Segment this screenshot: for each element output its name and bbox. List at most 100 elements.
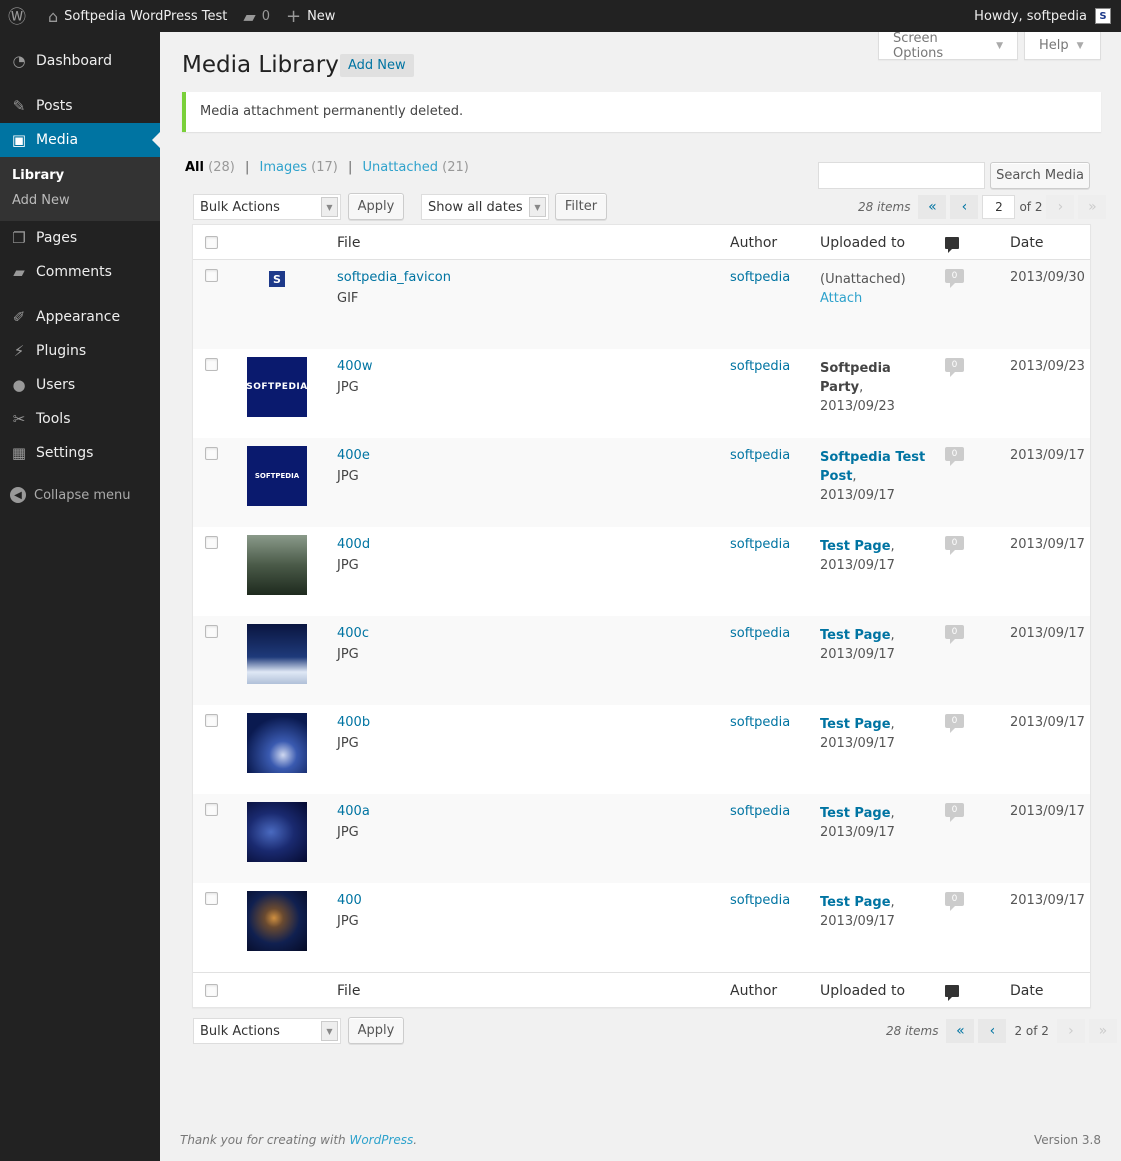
menu-settings[interactable]: ▦ Settings bbox=[0, 436, 160, 470]
table-row: 400c JPG softpedia Test Page, 2013/09/17 … bbox=[193, 616, 1090, 705]
select-all-checkbox[interactable] bbox=[205, 236, 218, 249]
row-checkbox[interactable] bbox=[205, 269, 218, 282]
comment-count-badge[interactable]: 0 bbox=[945, 892, 964, 911]
comment-icon: ▰ bbox=[243, 6, 256, 26]
file-name-link[interactable]: 400w bbox=[337, 359, 372, 374]
column-date[interactable]: Date bbox=[1010, 973, 1043, 1008]
comments-link[interactable]: ▰ 0 bbox=[235, 0, 278, 32]
current-page-input[interactable]: 2 bbox=[982, 195, 1016, 219]
prev-page-button[interactable]: ‹ bbox=[950, 195, 979, 219]
first-page-button[interactable]: « bbox=[946, 1019, 975, 1043]
next-page-button: › bbox=[1056, 1019, 1085, 1043]
author-link[interactable]: softpedia bbox=[730, 804, 790, 819]
author-link[interactable]: softpedia bbox=[730, 448, 790, 463]
my-account[interactable]: Howdy, softpedia S bbox=[974, 8, 1121, 24]
comment-count-badge[interactable]: 0 bbox=[945, 269, 964, 288]
row-checkbox[interactable] bbox=[205, 625, 218, 638]
file-name-link[interactable]: softpedia_favicon bbox=[337, 270, 451, 285]
filter-unattached[interactable]: Unattached bbox=[362, 160, 438, 175]
screen-options-button[interactable]: Screen Options ▼ bbox=[878, 31, 1018, 61]
thumbnail[interactable] bbox=[247, 891, 307, 951]
submenu-add-new[interactable]: Add New bbox=[0, 188, 160, 213]
file-name-link[interactable]: 400e bbox=[337, 448, 370, 463]
author-link[interactable]: softpedia bbox=[730, 270, 790, 285]
thumbnail[interactable] bbox=[247, 535, 307, 595]
thumbnail[interactable]: S bbox=[247, 268, 307, 328]
uploaded-to: Test Page, 2013/09/17 bbox=[820, 895, 895, 929]
submenu-library[interactable]: Library bbox=[0, 163, 160, 188]
uploaded-to-link[interactable]: Test Page bbox=[820, 628, 891, 643]
comment-count-badge[interactable]: 0 bbox=[945, 447, 964, 466]
row-checkbox[interactable] bbox=[205, 892, 218, 905]
uploaded-to-link[interactable]: Softpedia Test Post bbox=[820, 450, 925, 484]
thumbnail[interactable]: SOFTPEDIA bbox=[247, 446, 307, 506]
menu-media[interactable]: ▣ Media bbox=[0, 123, 160, 157]
row-checkbox[interactable] bbox=[205, 803, 218, 816]
author-link[interactable]: softpedia bbox=[730, 537, 790, 552]
author-link[interactable]: softpedia bbox=[730, 626, 790, 641]
bulk-actions-select[interactable]: Bulk Actions ▼ bbox=[193, 194, 341, 220]
search-media-button[interactable]: Search Media bbox=[990, 162, 1090, 189]
author-link[interactable]: softpedia bbox=[730, 715, 790, 730]
collapse-menu-button[interactable]: ◀ Collapse menu bbox=[0, 478, 160, 512]
comment-count-badge[interactable]: 0 bbox=[945, 536, 964, 555]
row-checkbox[interactable] bbox=[205, 714, 218, 727]
comment-icon[interactable] bbox=[945, 984, 959, 1001]
filter-images[interactable]: Images bbox=[259, 160, 307, 175]
uploaded-to-link[interactable]: Test Page bbox=[820, 539, 891, 554]
add-new-button[interactable]: Add New bbox=[340, 54, 414, 77]
menu-plugins[interactable]: ⚡ Plugins bbox=[0, 334, 160, 368]
attach-link[interactable]: Attach bbox=[820, 291, 862, 306]
filter-button[interactable]: Filter bbox=[555, 193, 607, 220]
file-name-link[interactable]: 400a bbox=[337, 804, 370, 819]
file-name-link[interactable]: 400c bbox=[337, 626, 369, 641]
file-name-link[interactable]: 400 bbox=[337, 893, 362, 908]
row-checkbox[interactable] bbox=[205, 358, 218, 371]
apply-button-bottom[interactable]: Apply bbox=[348, 1017, 404, 1044]
thumbnail[interactable] bbox=[247, 624, 307, 684]
row-checkbox[interactable] bbox=[205, 536, 218, 549]
date-filter-select[interactable]: Show all dates ▼ bbox=[421, 194, 549, 220]
search-input[interactable] bbox=[818, 162, 985, 189]
comment-icon[interactable] bbox=[945, 236, 959, 253]
menu-users[interactable]: ● Users bbox=[0, 368, 160, 402]
uploaded-to-link[interactable]: Test Page bbox=[820, 717, 891, 732]
wordpress-logo-icon[interactable]: Ⓦ bbox=[0, 0, 40, 32]
wordpress-link[interactable]: WordPress bbox=[349, 1133, 413, 1147]
apply-button[interactable]: Apply bbox=[348, 193, 404, 220]
first-page-button[interactable]: « bbox=[918, 195, 947, 219]
uploaded-to-link[interactable]: Test Page bbox=[820, 806, 891, 821]
comment-count-badge[interactable]: 0 bbox=[945, 625, 964, 644]
prev-page-button[interactable]: ‹ bbox=[978, 1019, 1007, 1043]
comment-count-badge[interactable]: 0 bbox=[945, 358, 964, 377]
column-file[interactable]: File bbox=[337, 973, 360, 1008]
filter-all[interactable]: All bbox=[185, 160, 204, 175]
file-name-link[interactable]: 400b bbox=[337, 715, 370, 730]
uploaded-to-link[interactable]: Test Page bbox=[820, 895, 891, 910]
menu-comments[interactable]: ▰ Comments bbox=[0, 255, 160, 289]
author-link[interactable]: softpedia bbox=[730, 893, 790, 908]
column-uploaded[interactable]: Uploaded to bbox=[820, 225, 905, 260]
file-name-link[interactable]: 400d bbox=[337, 537, 370, 552]
menu-appearance[interactable]: ✐ Appearance bbox=[0, 300, 160, 334]
comment-count-badge[interactable]: 0 bbox=[945, 803, 964, 822]
menu-posts[interactable]: ✎ Posts bbox=[0, 89, 160, 123]
column-file[interactable]: File bbox=[337, 225, 360, 260]
menu-pages[interactable]: ❐ Pages bbox=[0, 221, 160, 255]
comment-count-badge[interactable]: 0 bbox=[945, 714, 964, 733]
help-button[interactable]: Help ▼ bbox=[1024, 32, 1101, 60]
bulk-actions-select-bottom[interactable]: Bulk Actions ▼ bbox=[193, 1018, 341, 1044]
thumbnail[interactable]: SOFTPEDIA bbox=[246, 357, 307, 417]
row-checkbox[interactable] bbox=[205, 447, 218, 460]
new-content-link[interactable]: + New bbox=[278, 0, 343, 32]
select-all-checkbox[interactable] bbox=[205, 984, 218, 997]
thumbnail[interactable] bbox=[247, 802, 307, 862]
menu-dashboard[interactable]: ◔ Dashboard bbox=[0, 44, 160, 78]
thumbnail[interactable] bbox=[247, 713, 307, 773]
column-uploaded[interactable]: Uploaded to bbox=[820, 973, 905, 1008]
uploaded-to-link[interactable]: Softpedia Party bbox=[820, 361, 891, 395]
site-name-link[interactable]: ⌂ Softpedia WordPress Test bbox=[40, 0, 235, 32]
column-date[interactable]: Date bbox=[1010, 225, 1043, 260]
author-link[interactable]: softpedia bbox=[730, 359, 790, 374]
menu-tools[interactable]: ✂ Tools bbox=[0, 402, 160, 436]
